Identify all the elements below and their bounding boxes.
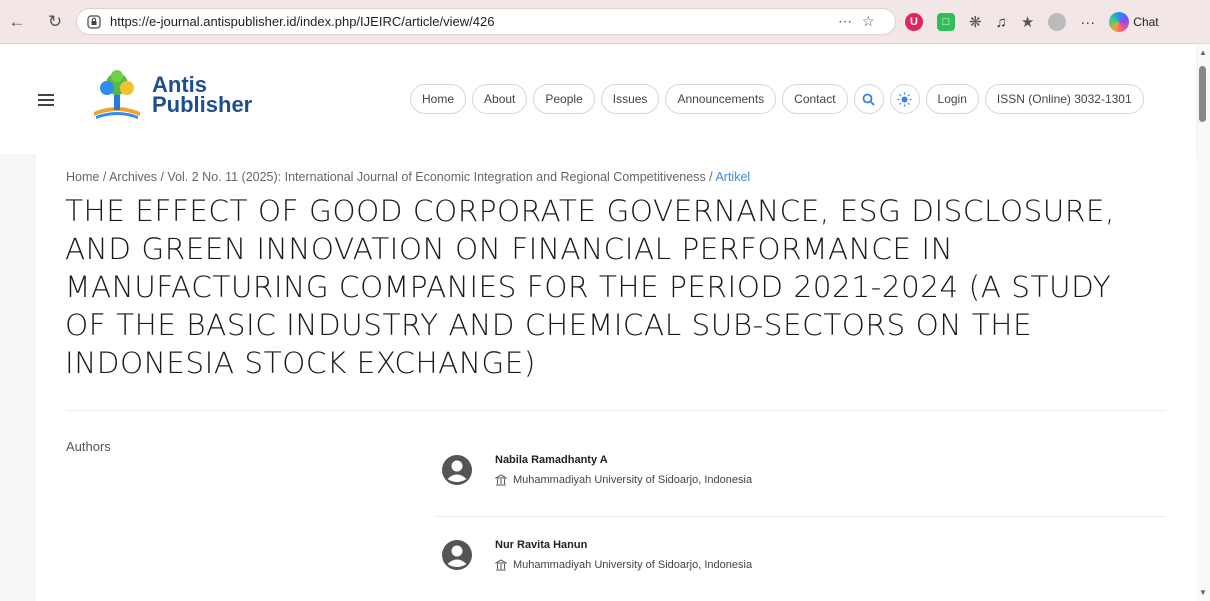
section-divider [66, 410, 1166, 411]
nav-about[interactable]: About [472, 84, 528, 114]
extensions-icon[interactable]: ❋ [969, 13, 982, 31]
favorites-icon[interactable]: ★ [1021, 13, 1034, 31]
author-divider [436, 516, 1166, 517]
search-button[interactable] [853, 84, 884, 114]
left-gutter [0, 154, 36, 601]
tree-book-logo-icon [94, 70, 140, 119]
copilot-chat-button[interactable]: Chat [1109, 12, 1159, 32]
site-info-icon[interactable] [87, 14, 101, 29]
scroll-down-icon[interactable]: ▼ [1199, 588, 1207, 597]
breadcrumb-path[interactable]: Home / Archives / Vol. 2 No. 11 (2025): … [66, 170, 715, 184]
site-header: Antis Publisher Home About People Issues… [0, 44, 1196, 154]
breadcrumb: Home / Archives / Vol. 2 No. 11 (2025): … [66, 170, 750, 184]
logo-text-line2: Publisher [152, 92, 253, 117]
copilot-icon [1109, 12, 1130, 32]
sun-icon [897, 92, 912, 106]
browser-toolbar: ← ↻ https://e-journal.antispublisher.id/… [0, 0, 1210, 44]
institution-icon [495, 559, 507, 571]
url-text[interactable]: https://e-journal.antispublisher.id/inde… [110, 14, 494, 29]
search-icon [862, 93, 875, 106]
scroll-up-icon[interactable]: ▲ [1199, 48, 1207, 57]
author-affiliation: Muhammadiyah University of Sidoarjo, Ind… [495, 474, 752, 486]
scroll-thumb[interactable] [1199, 66, 1206, 122]
more-options-icon[interactable]: ··· [1080, 14, 1095, 31]
chat-label: Chat [1133, 15, 1159, 29]
author-affiliation-text: Muhammadiyah University of Sidoarjo, Ind… [513, 474, 753, 486]
author-item: Nabila Ramadhanty A Muhammadiyah Univers… [441, 454, 752, 486]
author-affiliation: Muhammadiyah University of Sidoarjo, Ind… [495, 559, 752, 571]
nav-announcements[interactable]: Announcements [665, 84, 777, 114]
address-bar[interactable]: https://e-journal.antispublisher.id/inde… [76, 8, 896, 35]
authors-label: Authors [66, 439, 111, 454]
split-screen-icon[interactable]: ♫ [996, 14, 1007, 31]
author-affiliation-text: Muhammadiyah University of Sidoarjo, Ind… [513, 559, 753, 571]
author-name: Nur Ravita Hanun [495, 539, 588, 551]
profile-icon[interactable] [1048, 13, 1067, 31]
nav-contact[interactable]: Contact [782, 84, 848, 114]
nav-login[interactable]: Login [925, 84, 979, 114]
reload-icon[interactable]: ↻ [44, 11, 66, 33]
shield-extension-icon[interactable]: U [905, 13, 923, 31]
site-logo[interactable]: Antis Publisher [88, 66, 252, 124]
menu-icon[interactable] [38, 94, 54, 109]
reading-mode-icon[interactable]: ⋯ [838, 13, 852, 30]
user-avatar-icon [442, 455, 472, 485]
main-navigation: Home About People Issues Announcements C… [410, 84, 1144, 114]
favorite-star-icon[interactable]: ☆ [862, 13, 875, 30]
nav-home[interactable]: Home [410, 84, 467, 114]
institution-icon [495, 474, 507, 486]
screen-extension-icon[interactable]: □ [937, 13, 955, 31]
nav-issues[interactable]: Issues [600, 84, 660, 114]
page-scrollbar[interactable]: ▲ ▼ [1196, 44, 1210, 601]
breadcrumb-current[interactable]: Artikel [715, 170, 750, 184]
article-title: THE EFFECT OF GOOD CORPORATE GOVERNANCE,… [65, 194, 1115, 380]
back-icon[interactable]: ← [6, 11, 28, 33]
article-content: Home / Archives / Vol. 2 No. 11 (2025): … [36, 154, 1196, 601]
issn-badge: ISSN (Online) 3032-1301 [984, 84, 1144, 114]
user-avatar-icon [442, 540, 472, 570]
nav-people[interactable]: People [533, 84, 595, 114]
theme-toggle-button[interactable] [889, 84, 920, 114]
author-name: Nabila Ramadhanty A [495, 454, 608, 466]
author-item: Nur Ravita Hanun Muhammadiyah University… [441, 539, 752, 571]
